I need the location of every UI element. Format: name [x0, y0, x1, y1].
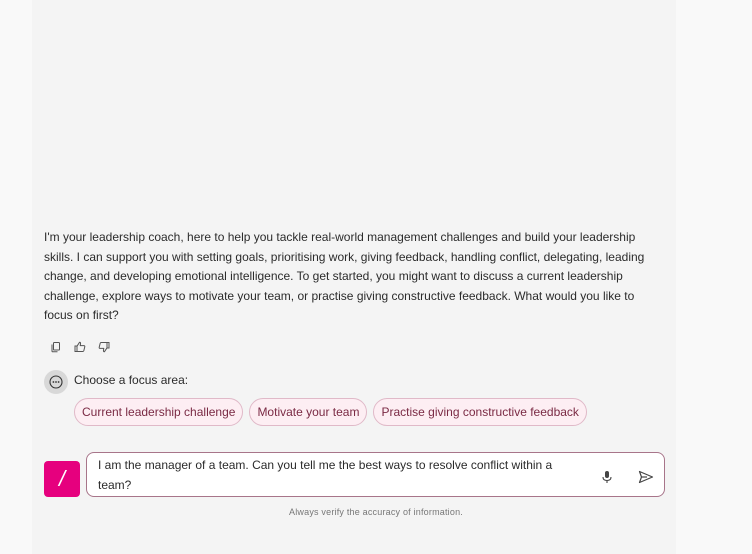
chip-motivate-your-team[interactable]: Motivate your team	[249, 398, 368, 426]
chip-practise-constructive-feedback[interactable]: Practise giving constructive feedback	[373, 398, 587, 426]
thumbs-up-button[interactable]	[72, 339, 88, 355]
copy-icon	[51, 342, 60, 353]
assistant-message: I'm your leadership coach, here to help …	[44, 230, 645, 322]
thumbs-down-button[interactable]	[96, 339, 112, 355]
focus-area-label: Choose a focus area:	[74, 373, 189, 387]
focus-options: Current leadership challenge Motivate yo…	[74, 398, 587, 426]
chip-current-leadership-challenge[interactable]: Current leadership challenge	[74, 398, 244, 426]
copy-button[interactable]	[48, 339, 64, 355]
microphone-button[interactable]	[599, 469, 615, 485]
disclaimer-text: Always verify the accuracy of informatio…	[289, 507, 463, 517]
focus-area-icon	[44, 370, 68, 394]
send-icon	[638, 470, 654, 484]
more-horizontal-icon	[49, 375, 63, 389]
thumbs-up-icon	[74, 341, 86, 352]
thumbs-down-icon	[98, 342, 110, 353]
brand-logo: /	[44, 461, 80, 497]
microphone-icon	[602, 471, 612, 483]
message-actions	[48, 339, 112, 355]
message-input[interactable]: I am the manager of a team. Can you tell…	[86, 452, 665, 497]
message-input-text[interactable]: I am the manager of a team. Can you tell…	[98, 456, 578, 495]
send-button[interactable]	[638, 470, 654, 484]
